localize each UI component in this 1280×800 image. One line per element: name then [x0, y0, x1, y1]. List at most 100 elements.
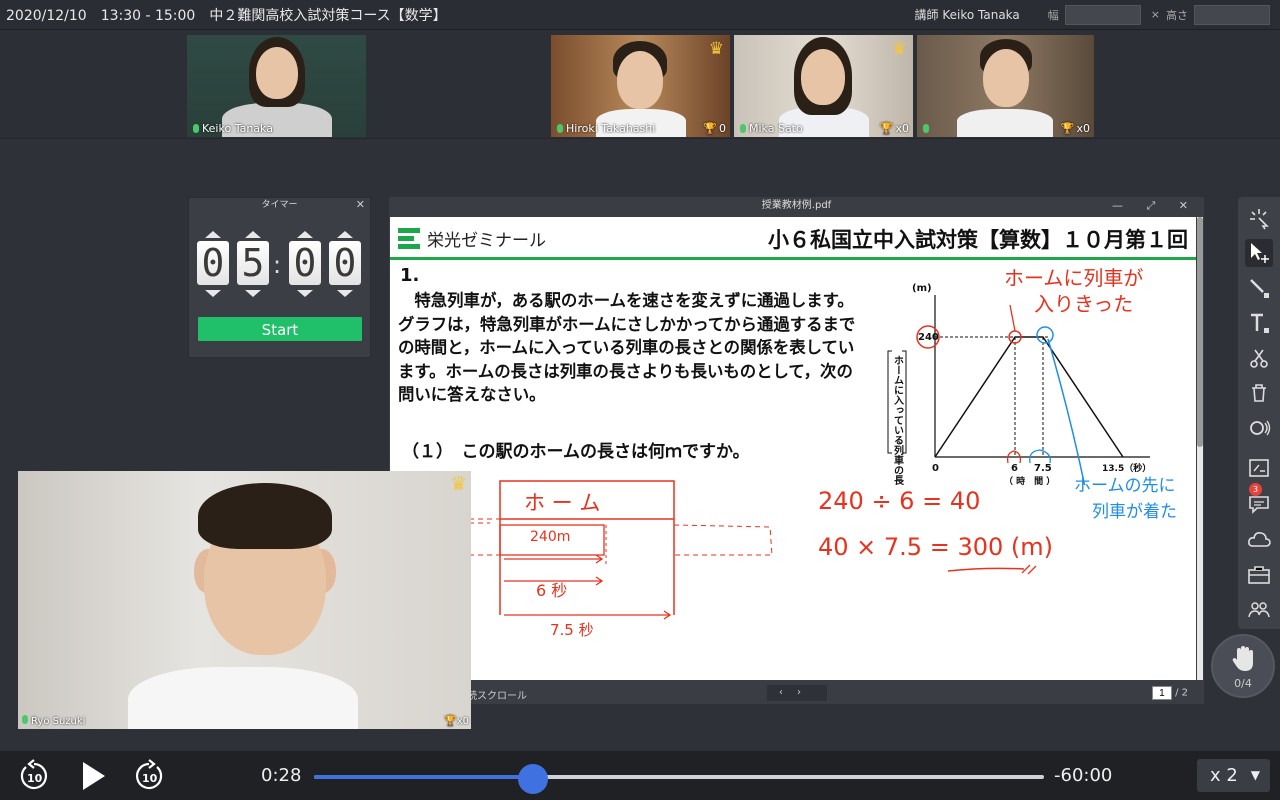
graph-y-label: ホームに入っている列車の長さ [892, 355, 904, 485]
graph-x-tick: 6 [1011, 463, 1018, 474]
logo-text: 栄光ゼミナール [427, 231, 546, 251]
trophy-icon: 🏆 [1060, 122, 1075, 135]
trophy-icon: 🏆 [444, 716, 457, 727]
playback-speed-select[interactable]: x 2 ▼ [1197, 759, 1270, 792]
digit-down-icon[interactable] [297, 290, 313, 297]
annotation-calc: 240 ÷ 6 = 40 [818, 487, 981, 515]
video-tile-student[interactable]: ♛ Mika Sato 🏆 x0 [734, 35, 913, 137]
chat-icon[interactable]: 3 [1245, 483, 1273, 517]
timer-start-button[interactable]: Start [198, 317, 362, 341]
digit-up-icon[interactable] [245, 231, 261, 238]
graph-y-value: 240 [918, 332, 939, 343]
crown-icon: ♛ [708, 39, 724, 59]
annotation-red-note: ホームに列車が 入りきった [1004, 266, 1144, 316]
top-bar-right: 講師 Keiko Tanaka 幅 × 高さ [915, 4, 1280, 25]
window-controls[interactable]: — ⤢ ✕ [1112, 197, 1198, 215]
sub-question: （１） この駅のホームの長さは何ｍですか。 [402, 442, 750, 462]
digit-down-icon[interactable] [245, 290, 261, 297]
height-label: 高さ [1166, 8, 1188, 22]
whiteboard-toolbar: 3 [1238, 197, 1280, 629]
forward-10-icon: 10 [135, 759, 163, 790]
height-input[interactable] [1194, 4, 1270, 25]
annotation-time: 7.5 秒 [550, 621, 594, 639]
logo-mark-icon [398, 227, 420, 250]
mic-icon [22, 715, 28, 724]
question-text: 特急列車が，ある駅のホームを速さを変えずに通過します。グラフは，特急列車がホーム… [398, 291, 856, 405]
pdf-page[interactable]: 栄光ゼミナール 小６私国立中入試対策【算数】１０月第１回 1. 特急列車が，ある… [390, 217, 1196, 680]
play-button[interactable] [76, 759, 110, 793]
text-tool-icon[interactable] [1245, 309, 1273, 337]
scissors-icon[interactable] [1245, 344, 1273, 372]
crown-icon: ♛ [449, 473, 467, 495]
participant-name: Keiko Tanaka [202, 122, 273, 135]
pdf-filename: 授業教材例.pdf [761, 200, 832, 211]
graph-x-label: （ 時 間 ） [1004, 475, 1055, 485]
teacher-label: 講師 [914, 8, 939, 22]
digit-up-icon[interactable] [337, 231, 353, 238]
timer-digit: 5 [237, 241, 269, 285]
self-camera-video[interactable]: ♛ Ryo Suzuki 🏆x0 [18, 471, 471, 729]
prev-page-button[interactable]: ‹ [779, 687, 797, 698]
video-strip: Keiko Tanaka ♛ Hiroki Takahashi 🏆 0 ♛ Mik… [0, 30, 1280, 139]
spotlight-icon[interactable] [1245, 414, 1273, 442]
progress-fill [314, 775, 533, 779]
page-indicator: / 2 [1151, 686, 1188, 700]
question-number: 1. [400, 265, 420, 286]
annotation-calc: 40 × 7.5 = 300 (m) [818, 533, 1053, 561]
digit-up-icon[interactable] [297, 231, 313, 238]
next-page-button[interactable]: › [797, 687, 815, 698]
hand-icon [1232, 646, 1253, 671]
cloud-icon[interactable] [1245, 526, 1273, 554]
select-move-icon[interactable] [1245, 239, 1273, 267]
trophy-count: x0 [456, 716, 469, 727]
playback-bar: 10 10 0:28 -60:00 x 2 ▼ [0, 751, 1280, 800]
width-label: 幅 [1047, 8, 1059, 22]
teacher-name: Keiko Tanaka [942, 8, 1020, 22]
width-input[interactable] [1064, 4, 1141, 25]
progress-track[interactable] [314, 764, 1044, 794]
toolbox-icon[interactable] [1245, 561, 1273, 589]
video-tile-student[interactable]: ♛ Hiroki Takahashi 🏆 0 [551, 35, 730, 137]
skip-forward-button[interactable]: 10 [132, 759, 166, 793]
mic-icon [557, 124, 563, 133]
document-title: 小６私国立中入試対策【算数】１０月第１回 [768, 228, 1188, 252]
participant-name: Ryo Suzuki [31, 716, 86, 727]
times-icon: × [1150, 8, 1160, 21]
digit-up-icon[interactable] [205, 231, 221, 238]
raise-hand-button[interactable]: 0/4 [1211, 634, 1275, 698]
participants-icon[interactable] [1245, 596, 1273, 624]
graph-x-tick: 0 [932, 463, 939, 474]
digit-down-icon[interactable] [205, 290, 221, 297]
chat-badge: 3 [1249, 483, 1262, 496]
timer-digit: 0 [197, 241, 229, 285]
video-tile-student[interactable]: 🏆 x0 [917, 35, 1094, 137]
pdf-viewer-window: 授業教材例.pdf — ⤢ ✕ 栄光ゼミナール 小６私国立中入試対策【算数】１０… [389, 197, 1204, 704]
laser-pointer-icon[interactable] [1245, 204, 1273, 232]
svg-text:10: 10 [142, 772, 158, 785]
pen-icon[interactable] [1245, 274, 1273, 302]
trophy-count: 0 [719, 122, 726, 135]
graph-x-tick: 7.5 [1034, 463, 1052, 474]
close-icon[interactable]: ✕ [356, 198, 365, 212]
mic-icon [923, 124, 929, 133]
page-nav: ‹› [767, 685, 827, 701]
teacher-info: 講師 Keiko Tanaka [915, 6, 1020, 23]
progress-knob[interactable] [518, 764, 548, 794]
digit-down-icon[interactable] [337, 290, 353, 297]
formula-icon[interactable] [1245, 454, 1273, 482]
pdf-scrollbar[interactable] [1197, 217, 1203, 680]
scrollbar-thumb[interactable] [1197, 217, 1203, 447]
video-tile-teacher[interactable]: Keiko Tanaka [187, 35, 366, 137]
timer-separator: : [273, 251, 282, 279]
trash-icon[interactable] [1245, 379, 1273, 407]
trophy-icon: 🏆 [703, 122, 717, 135]
annotation-blue-note: ホームの先に 列車が着た [1074, 476, 1177, 522]
remaining-time: -60:00 [1054, 765, 1113, 786]
hair [198, 483, 332, 549]
timer-title: タイマー [261, 200, 298, 210]
annotation-length: 240m [530, 529, 571, 545]
mic-icon [193, 124, 199, 133]
mic-icon [740, 124, 746, 133]
page-number-input[interactable] [1151, 686, 1172, 700]
skip-back-button[interactable]: 10 [17, 759, 51, 793]
